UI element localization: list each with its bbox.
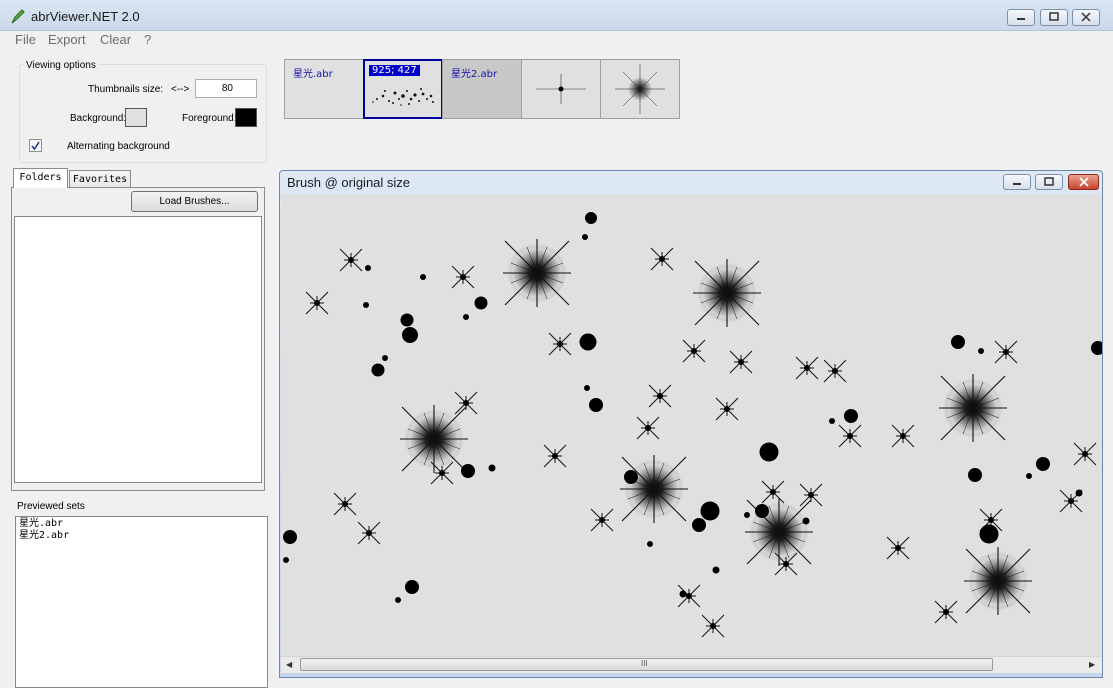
brush-minimize-button[interactable] [1003, 174, 1031, 190]
large-star-brush-icon [615, 64, 665, 114]
foreground-label: Foreground: [182, 113, 237, 124]
folder-list[interactable] [14, 216, 262, 483]
minimize-icon [1013, 183, 1021, 185]
brush-window-title: Brush @ original size [287, 175, 411, 190]
scroll-left-icon[interactable]: ◀ [286, 660, 292, 669]
list-item[interactable]: 星光.abr [19, 518, 264, 530]
previewed-sets-list[interactable]: 星光.abr 星光2.abr [15, 516, 268, 688]
menu-clear[interactable]: Clear [100, 32, 131, 47]
thumbnail-set-name: 星光.abr [293, 69, 333, 80]
thumbnail-small-star[interactable] [521, 59, 601, 119]
menu-bar: File Export Clear ? [0, 31, 1113, 49]
window-title: abrViewer.NET 2.0 [31, 9, 140, 24]
scroll-grip: III [641, 659, 648, 668]
thumbnail-large-star[interactable] [600, 59, 680, 119]
minimize-button[interactable] [1007, 9, 1035, 26]
thumbnails-size-input[interactable]: 80 [195, 79, 257, 98]
app-icon [11, 9, 25, 24]
menu-file[interactable]: File [15, 32, 36, 47]
scrollbar-thumb[interactable]: III [300, 658, 993, 671]
small-star-brush-icon [536, 74, 586, 104]
alternating-background-label: Alternating background [67, 141, 170, 152]
scatter-stars-brush-icon [372, 88, 434, 106]
background-label: Background: [70, 113, 127, 124]
maximize-button[interactable] [1040, 9, 1068, 26]
close-icon [1078, 177, 1089, 187]
scroll-right-icon[interactable]: ▶ [1089, 660, 1095, 669]
list-item[interactable]: 星光2.abr [19, 530, 264, 542]
thumbnail-set-2[interactable]: 星光2.abr [442, 59, 522, 119]
load-brushes-button[interactable]: Load Brushes... [131, 191, 258, 212]
close-button[interactable] [1072, 9, 1100, 26]
tab-favorites[interactable]: Favorites [69, 170, 131, 187]
title-bar [0, 0, 1113, 31]
thumbnail-set-1[interactable]: 星光.abr [284, 59, 364, 119]
tab-folders[interactable]: Folders [13, 168, 68, 188]
brush-stars-image [283, 212, 1102, 638]
close-icon [1081, 12, 1091, 22]
thumbnail-brush-selected[interactable]: 925; 427 [363, 59, 443, 119]
brush-canvas [281, 194, 1102, 656]
minimize-icon [1017, 18, 1025, 20]
thumbnail-set-name: 星光2.abr [451, 69, 498, 80]
alternating-background-checkbox[interactable] [29, 139, 42, 152]
maximize-icon [1049, 12, 1059, 21]
previewed-sets-title: Previewed sets [17, 501, 85, 512]
brush-maximize-button[interactable] [1035, 174, 1063, 190]
checkmark-icon [31, 141, 40, 151]
thumbnails-size-arrow: <--> [171, 84, 190, 95]
viewing-options-title: Viewing options [24, 60, 98, 71]
background-color-swatch[interactable] [125, 108, 147, 127]
foreground-color-swatch[interactable] [235, 108, 257, 127]
menu-help[interactable]: ? [144, 32, 151, 47]
menu-export[interactable]: Export [48, 32, 86, 47]
brush-close-button[interactable] [1068, 174, 1099, 190]
maximize-icon [1044, 177, 1054, 186]
thumbnails-size-label: Thumbnails size: [88, 84, 164, 95]
